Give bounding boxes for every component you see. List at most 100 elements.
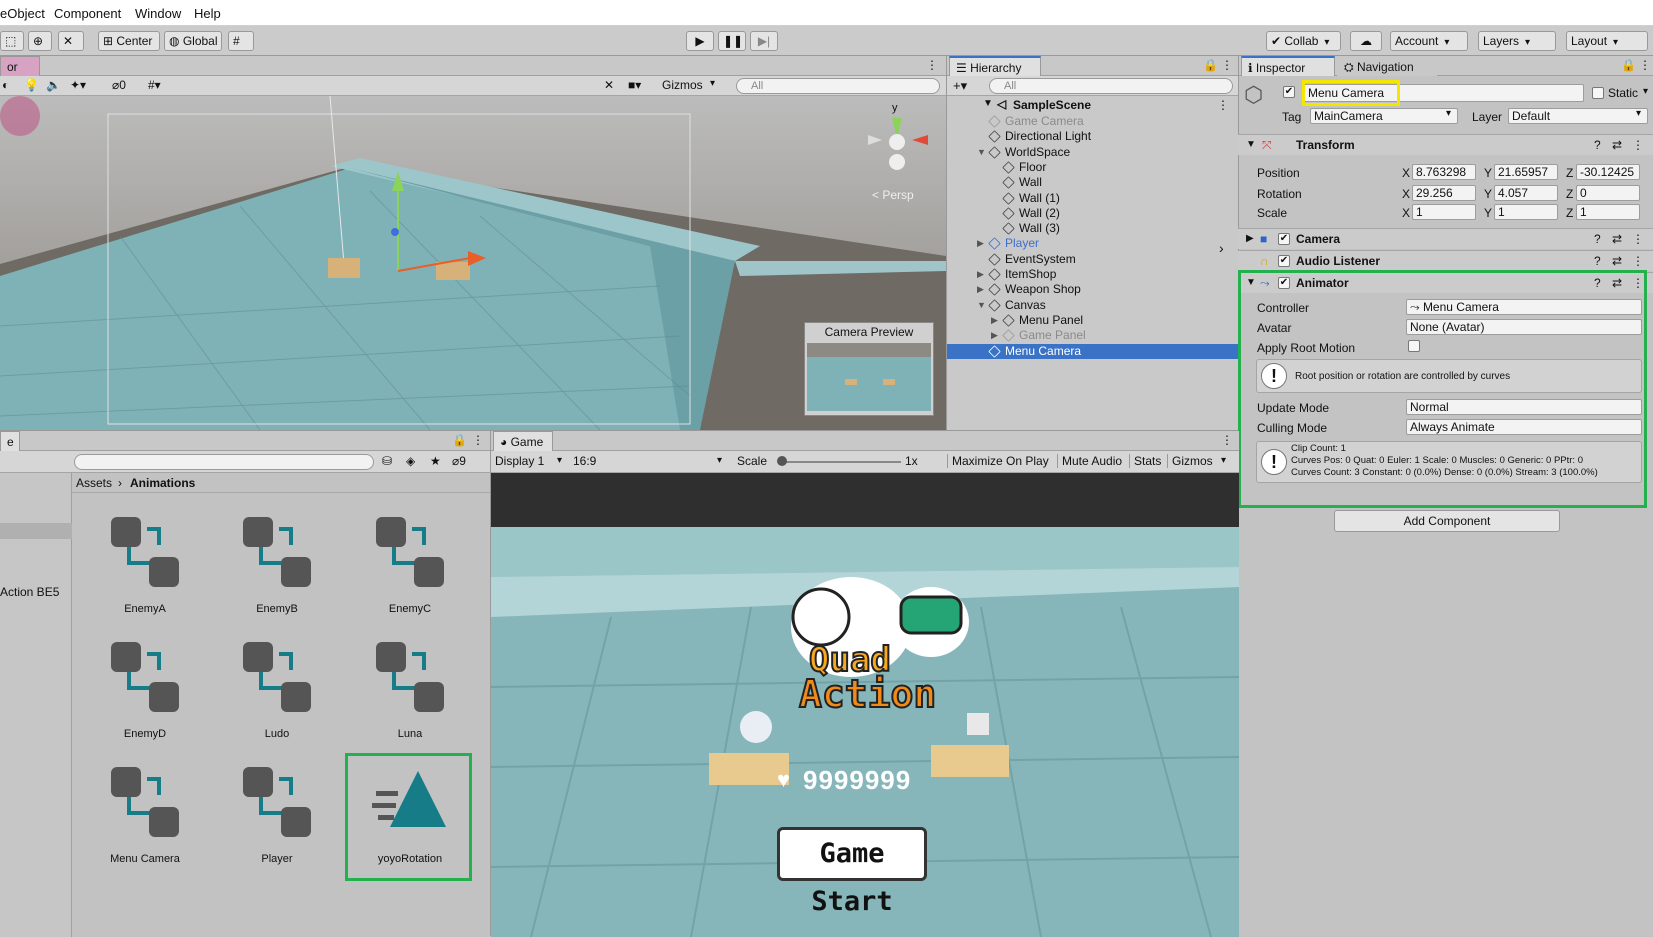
selected-folder-row[interactable] bbox=[0, 523, 72, 539]
rect-tool-icon[interactable]: ⬚ bbox=[0, 31, 24, 51]
expand-arrow-icon[interactable]: ▶ bbox=[991, 313, 998, 328]
camera-header[interactable]: ▶ ■ ✔ Camera ? ⇄ ⋮ bbox=[1238, 228, 1653, 249]
aspect-arrow-icon[interactable]: ▾ bbox=[717, 455, 722, 466]
transform-x-field[interactable]: 1 bbox=[1412, 204, 1476, 220]
lock-icon[interactable]: 🔒 bbox=[452, 433, 467, 447]
tab-inspector[interactable]: ℹ Inspector bbox=[1241, 56, 1335, 76]
collab-button[interactable]: ✔ Collab bbox=[1266, 31, 1341, 51]
play-button[interactable]: ▶ bbox=[686, 31, 714, 51]
hierarchy-item[interactable]: Floor bbox=[947, 160, 1239, 175]
project-search-input[interactable] bbox=[74, 454, 374, 470]
scene-gizmos-dropdown[interactable]: Gizmos bbox=[662, 78, 703, 92]
account-dropdown[interactable]: Account bbox=[1390, 31, 1468, 51]
asset-item[interactable]: Ludo bbox=[222, 640, 332, 740]
scene-menu-icon[interactable]: ⋮ bbox=[926, 58, 938, 72]
preset-icon[interactable]: ⇄ bbox=[1612, 232, 1622, 246]
collapse-arrow-icon[interactable]: ▼ bbox=[977, 298, 986, 313]
layout-dropdown[interactable]: Layout bbox=[1566, 31, 1648, 51]
pause-button[interactable]: ❚❚ bbox=[718, 31, 746, 51]
tab-game[interactable]: ◕ Game bbox=[493, 431, 553, 451]
search-by-type-icon[interactable]: ⛁ bbox=[382, 454, 392, 468]
grid-snap-icon[interactable]: # bbox=[228, 31, 254, 51]
static-dropdown-arrow-icon[interactable]: ▾ bbox=[1643, 86, 1648, 97]
preset-icon[interactable]: ⇄ bbox=[1612, 138, 1622, 152]
persp-label[interactable]: < Persp bbox=[872, 188, 914, 202]
scene-menu-icon[interactable]: ⋮ bbox=[1217, 98, 1229, 112]
project-menu-icon[interactable]: ⋮ bbox=[472, 433, 484, 447]
asset-item[interactable]: EnemyB bbox=[222, 515, 332, 615]
hierarchy-item[interactable]: Game Camera bbox=[947, 114, 1239, 129]
global-toggle-button[interactable]: ◍ Global bbox=[164, 31, 222, 51]
expand-arrow-icon[interactable]: ▶ bbox=[1246, 233, 1254, 244]
transform-tool-icon[interactable]: ⊕ bbox=[28, 31, 52, 51]
tag-dropdown[interactable]: MainCamera bbox=[1310, 108, 1458, 124]
hidden-packages-icon[interactable]: ⌀9 bbox=[452, 454, 466, 468]
add-component-button[interactable]: Add Component bbox=[1334, 510, 1560, 532]
static-checkbox[interactable] bbox=[1592, 87, 1604, 99]
preset-icon[interactable]: ⇄ bbox=[1612, 254, 1622, 268]
transform-header[interactable]: ▼ ⤧ Transform ? ⇄ ⋮ bbox=[1238, 134, 1653, 155]
active-checkbox[interactable]: ✔ bbox=[1283, 86, 1295, 98]
transform-x-field[interactable]: 8.763298 bbox=[1412, 164, 1476, 180]
favorite-icon[interactable]: ★ bbox=[430, 454, 441, 468]
folder-item[interactable]: Action BE5 bbox=[0, 585, 59, 599]
orientation-gizmo[interactable]: y bbox=[862, 100, 932, 190]
hierarchy-item[interactable]: Wall (2) bbox=[947, 206, 1239, 221]
camera-icon[interactable]: ■▾ bbox=[628, 78, 641, 92]
transform-y-field[interactable]: 21.65957 bbox=[1494, 164, 1558, 180]
cloud-icon[interactable]: ☁ bbox=[1350, 31, 1382, 51]
game-gizmos-arrow-icon[interactable]: ▾ bbox=[1221, 455, 1226, 466]
hidden-objects-icon[interactable]: ⌀0 bbox=[112, 78, 126, 92]
step-button[interactable]: ▶| bbox=[750, 31, 778, 51]
menu-window[interactable]: Window bbox=[135, 6, 181, 21]
scene-search-input[interactable]: All bbox=[736, 78, 940, 94]
hierarchy-search-input[interactable]: All bbox=[989, 78, 1233, 94]
expand-arrow-icon[interactable]: ▼ bbox=[983, 98, 993, 109]
transform-z-field[interactable]: 0 bbox=[1576, 185, 1640, 201]
hierarchy-item[interactable]: ▶ ItemShop bbox=[947, 267, 1239, 282]
mute-audio-toggle[interactable]: Mute Audio bbox=[1057, 454, 1122, 468]
asset-item[interactable]: EnemyC bbox=[355, 515, 465, 615]
hierarchy-item[interactable]: Wall bbox=[947, 175, 1239, 190]
hierarchy-item[interactable]: Wall (1) bbox=[947, 191, 1239, 206]
scale-slider-thumb[interactable] bbox=[777, 456, 787, 466]
help-icon[interactable]: ? bbox=[1594, 254, 1601, 268]
effects-icon[interactable]: ✦▾ bbox=[70, 78, 86, 92]
menu-gameobject[interactable]: eObject bbox=[0, 6, 45, 21]
game-menu-icon[interactable]: ⋮ bbox=[1221, 433, 1233, 447]
layer-dropdown[interactable]: Default bbox=[1508, 108, 1648, 124]
hierarchy-item[interactable]: ▶ Menu Panel bbox=[947, 313, 1239, 328]
scene-row[interactable]: ▼ ◁ SampleScene ⋮ bbox=[947, 96, 1239, 114]
audio-enabled-checkbox[interactable]: ✔ bbox=[1278, 255, 1290, 267]
transform-z-field[interactable]: -30.12425 bbox=[1576, 164, 1640, 180]
expand-arrow-icon[interactable]: ▶ bbox=[977, 236, 984, 251]
tools-icon[interactable]: ✕ bbox=[604, 78, 614, 92]
breadcrumb-animations[interactable]: Animations bbox=[130, 476, 195, 490]
hierarchy-item[interactable]: ▼ Canvas bbox=[947, 298, 1239, 313]
game-start-button[interactable]: Game Start bbox=[777, 827, 927, 917]
tab-navigation[interactable]: ⛭ Navigation bbox=[1337, 56, 1437, 76]
hierarchy-item[interactable]: ▶ Game Panel bbox=[947, 328, 1239, 343]
hierarchy-item[interactable]: Menu Camera bbox=[947, 343, 1239, 359]
lighting-icon[interactable]: 💡 bbox=[24, 78, 39, 92]
breadcrumb-assets[interactable]: Assets bbox=[76, 476, 112, 490]
component-menu-icon[interactable]: ⋮ bbox=[1632, 138, 1644, 152]
component-menu-icon[interactable]: ⋮ bbox=[1632, 254, 1644, 268]
component-menu-icon[interactable]: ⋮ bbox=[1632, 232, 1644, 246]
search-by-label-icon[interactable]: ◈ bbox=[406, 454, 415, 468]
tab-project[interactable]: e bbox=[0, 431, 20, 451]
pivot-center-button[interactable]: ⊞ Center bbox=[98, 31, 160, 51]
audio-icon[interactable]: 🔈 bbox=[46, 78, 61, 92]
audio-listener-header[interactable]: ∩ ✔ Audio Listener ? ⇄ ⋮ bbox=[1238, 250, 1653, 271]
custom-tool-icon[interactable]: ✕ bbox=[58, 31, 84, 51]
lock-icon[interactable]: 🔒 bbox=[1203, 58, 1218, 72]
expand-arrow-icon[interactable]: ▶ bbox=[977, 267, 984, 282]
transform-x-field[interactable]: 29.256 bbox=[1412, 185, 1476, 201]
collapse-arrow-icon[interactable]: ▼ bbox=[1246, 139, 1256, 150]
transform-y-field[interactable]: 1 bbox=[1494, 204, 1558, 220]
gizmos-arrow-icon[interactable]: ▾ bbox=[710, 78, 715, 89]
asset-item[interactable]: Luna bbox=[355, 640, 465, 740]
asset-item[interactable]: Menu Camera bbox=[90, 765, 200, 865]
transform-z-field[interactable]: 1 bbox=[1576, 204, 1640, 220]
display-arrow-icon[interactable]: ▾ bbox=[557, 455, 562, 466]
